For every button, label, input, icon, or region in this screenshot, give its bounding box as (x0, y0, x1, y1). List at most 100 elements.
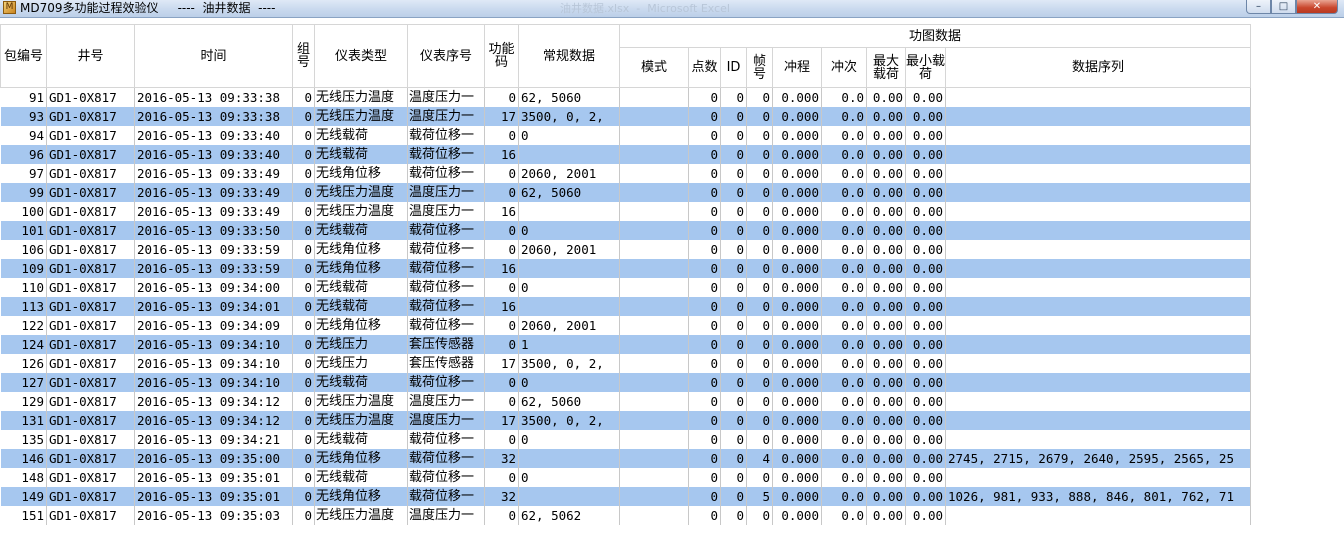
cell-min-load[interactable]: 0.00 (905, 373, 946, 392)
cell-strokes-per-min[interactable]: 0.0 (821, 373, 867, 392)
cell-instrument-serial[interactable]: 温度压力一 (407, 202, 485, 221)
cell-time[interactable]: 2016-05-13 09:33:50 (134, 221, 293, 240)
cell-stroke[interactable]: 0.000 (772, 392, 822, 411)
cell-mode[interactable] (619, 430, 689, 449)
cell-mode[interactable] (619, 468, 689, 487)
cell-well-no[interactable]: GD1-0X817 (46, 259, 135, 278)
cell-well-no[interactable]: GD1-0X817 (46, 107, 135, 126)
cell-strokes-per-min[interactable]: 0.0 (821, 87, 867, 107)
cell-strokes-per-min[interactable]: 0.0 (821, 411, 867, 430)
cell-mode[interactable] (619, 145, 689, 164)
cell-function-code[interactable]: 0 (484, 278, 519, 297)
cell-instrument-type[interactable]: 无线角位移 (314, 240, 408, 259)
cell-points[interactable]: 0 (688, 240, 721, 259)
cell-frame[interactable]: 0 (746, 126, 773, 145)
cell-group-no[interactable]: 0 (292, 126, 315, 145)
cell-points[interactable]: 0 (688, 221, 721, 240)
table-row[interactable]: 106 GD1-0X817 2016-05-13 09:33:59 0 无线角位移 载荷位… (0, 240, 1251, 259)
cell-min-load[interactable]: 0.00 (905, 449, 946, 468)
cell-stroke[interactable]: 0.000 (772, 297, 822, 316)
cell-id[interactable]: 0 (720, 487, 747, 506)
cell-strokes-per-min[interactable]: 0.0 (821, 468, 867, 487)
cell-regular-data[interactable] (518, 145, 620, 164)
cell-min-load[interactable]: 0.00 (905, 126, 946, 145)
cell-instrument-type[interactable]: 无线压力 (314, 335, 408, 354)
cell-packet-no[interactable]: 124 (0, 335, 47, 354)
cell-instrument-type[interactable]: 无线角位移 (314, 316, 408, 335)
cell-frame[interactable]: 0 (746, 430, 773, 449)
cell-frame[interactable]: 0 (746, 240, 773, 259)
cell-time[interactable]: 2016-05-13 09:33:40 (134, 145, 293, 164)
cell-max-load[interactable]: 0.00 (866, 87, 906, 107)
cell-id[interactable]: 0 (720, 297, 747, 316)
data-grid[interactable]: 包编号 井号 时间 组号 仪表类型 仪表序号 功能码 常规数据 功图数据 模式 … (0, 24, 1344, 547)
cell-regular-data[interactable]: 0 (518, 126, 620, 145)
cell-instrument-serial[interactable]: 载荷位移一 (407, 316, 485, 335)
cell-well-no[interactable]: GD1-0X817 (46, 392, 135, 411)
cell-instrument-serial[interactable]: 套压传感器 (407, 335, 485, 354)
cell-instrument-serial[interactable]: 载荷位移一 (407, 164, 485, 183)
cell-mode[interactable] (619, 126, 689, 145)
cell-min-load[interactable]: 0.00 (905, 430, 946, 449)
cell-packet-no[interactable]: 122 (0, 316, 47, 335)
cell-frame[interactable]: 0 (746, 316, 773, 335)
cell-regular-data[interactable]: 62, 5060 (518, 183, 620, 202)
cell-strokes-per-min[interactable]: 0.0 (821, 449, 867, 468)
cell-mode[interactable] (619, 87, 689, 107)
cell-stroke[interactable]: 0.000 (772, 373, 822, 392)
cell-points[interactable]: 0 (688, 183, 721, 202)
cell-min-load[interactable]: 0.00 (905, 221, 946, 240)
cell-max-load[interactable]: 0.00 (866, 411, 906, 430)
cell-points[interactable]: 0 (688, 392, 721, 411)
cell-packet-no[interactable]: 91 (0, 87, 47, 107)
cell-well-no[interactable]: GD1-0X817 (46, 145, 135, 164)
cell-points[interactable]: 0 (688, 278, 721, 297)
cell-stroke[interactable]: 0.000 (772, 221, 822, 240)
cell-max-load[interactable]: 0.00 (866, 335, 906, 354)
close-button[interactable]: ✕ (1296, 0, 1338, 14)
cell-id[interactable]: 0 (720, 164, 747, 183)
cell-instrument-serial[interactable]: 温度压力一 (407, 87, 485, 107)
cell-id[interactable]: 0 (720, 411, 747, 430)
cell-instrument-serial[interactable]: 载荷位移一 (407, 487, 485, 506)
cell-regular-data[interactable]: 62, 5060 (518, 392, 620, 411)
cell-min-load[interactable]: 0.00 (905, 259, 946, 278)
cell-data-sequence[interactable]: 2745, 2715, 2679, 2640, 2595, 2565, 25 (945, 449, 1251, 468)
cell-frame[interactable]: 0 (746, 107, 773, 126)
cell-regular-data[interactable] (518, 202, 620, 221)
cell-well-no[interactable]: GD1-0X817 (46, 278, 135, 297)
cell-id[interactable]: 0 (720, 335, 747, 354)
table-row[interactable]: 146 GD1-0X817 2016-05-13 09:35:00 0 无线角位移 载荷位… (0, 449, 1251, 468)
cell-mode[interactable] (619, 506, 689, 525)
cell-points[interactable]: 0 (688, 335, 721, 354)
cell-instrument-serial[interactable]: 载荷位移一 (407, 468, 485, 487)
cell-well-no[interactable]: GD1-0X817 (46, 468, 135, 487)
cell-function-code[interactable]: 16 (484, 259, 519, 278)
cell-group-no[interactable]: 0 (292, 316, 315, 335)
cell-time[interactable]: 2016-05-13 09:34:10 (134, 354, 293, 373)
cell-well-no[interactable]: GD1-0X817 (46, 316, 135, 335)
cell-function-code[interactable]: 0 (484, 316, 519, 335)
cell-frame[interactable]: 0 (746, 87, 773, 107)
cell-regular-data[interactable]: 0 (518, 373, 620, 392)
cell-group-no[interactable]: 0 (292, 259, 315, 278)
cell-regular-data[interactable] (518, 487, 620, 506)
cell-instrument-serial[interactable]: 载荷位移一 (407, 449, 485, 468)
cell-well-no[interactable]: GD1-0X817 (46, 487, 135, 506)
cell-max-load[interactable]: 0.00 (866, 221, 906, 240)
table-row[interactable]: 129 GD1-0X817 2016-05-13 09:34:12 0 无线压力温度 温度… (0, 392, 1251, 411)
cell-regular-data[interactable]: 3500, 0, 2, (518, 107, 620, 126)
cell-min-load[interactable]: 0.00 (905, 164, 946, 183)
cell-instrument-type[interactable]: 无线角位移 (314, 164, 408, 183)
cell-id[interactable]: 0 (720, 107, 747, 126)
cell-stroke[interactable]: 0.000 (772, 259, 822, 278)
cell-instrument-type[interactable]: 无线压力温度 (314, 87, 408, 107)
cell-mode[interactable] (619, 221, 689, 240)
cell-mode[interactable] (619, 278, 689, 297)
cell-well-no[interactable]: GD1-0X817 (46, 240, 135, 259)
cell-regular-data[interactable]: 0 (518, 221, 620, 240)
cell-time[interactable]: 2016-05-13 09:35:01 (134, 487, 293, 506)
cell-frame[interactable]: 0 (746, 411, 773, 430)
cell-data-sequence[interactable] (945, 354, 1251, 373)
cell-well-no[interactable]: GD1-0X817 (46, 221, 135, 240)
